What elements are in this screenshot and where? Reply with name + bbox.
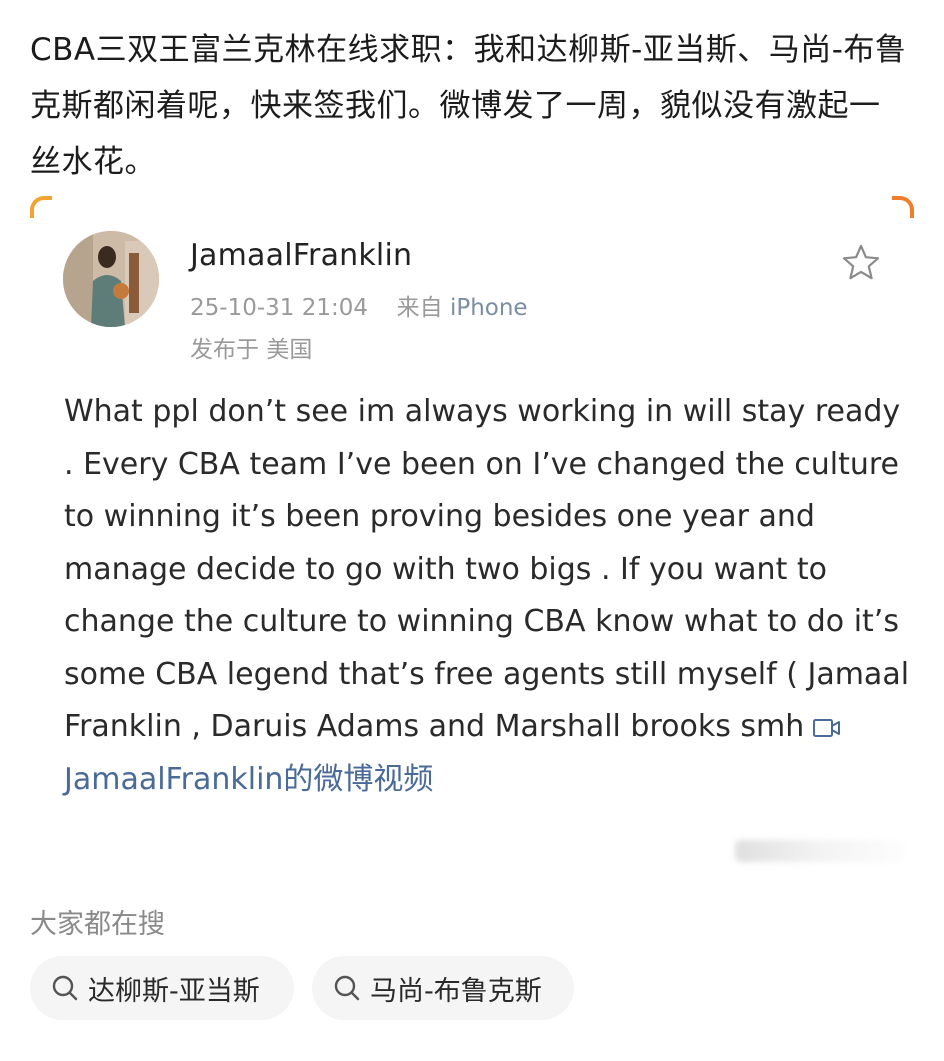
- post-location: 发布于 美国: [190, 330, 312, 364]
- avatar[interactable]: [63, 231, 159, 327]
- search-icon: [334, 975, 360, 1001]
- post-location-value: 美国: [266, 337, 313, 363]
- weibo-post-card: JamaalFranklin 25-10-31 21:04 来自 iPhone …: [30, 196, 914, 886]
- avatar-photo: [63, 231, 159, 327]
- video-camera-icon[interactable]: [812, 716, 842, 740]
- video-link[interactable]: JamaalFranklin的微博视频: [64, 754, 914, 807]
- post-username[interactable]: JamaalFranklin: [190, 238, 412, 273]
- post-meta: 25-10-31 21:04 来自 iPhone: [190, 288, 528, 322]
- post-location-prefix: 发布于: [190, 337, 259, 363]
- search-chip-label: 马尚-布鲁克斯: [370, 975, 542, 1007]
- card-corner-left: [30, 196, 52, 218]
- star-outline-icon[interactable]: [841, 243, 881, 283]
- card-corner-right: [892, 196, 914, 218]
- search-icon: [52, 975, 78, 1001]
- post-timestamp: 25-10-31 21:04: [190, 295, 368, 321]
- post-body: What ppl don’t see im always working in …: [64, 386, 914, 806]
- post-device[interactable]: iPhone: [450, 295, 528, 321]
- headline-text: CBA三双王富兰克林在线求职：我和达柳斯-亚当斯、马尚-布鲁克斯都闲着呢，快来签…: [30, 32, 907, 180]
- blurred-watermark: [735, 840, 905, 862]
- search-chip-marshon-brooks[interactable]: 马尚-布鲁克斯: [312, 956, 574, 1020]
- search-chip-darius-adams[interactable]: 达柳斯-亚当斯: [30, 956, 294, 1020]
- search-chip-label: 达柳斯-亚当斯: [88, 975, 260, 1007]
- post-text: What ppl don’t see im always working in …: [64, 394, 910, 744]
- trending-search-title: 大家都在搜: [30, 909, 165, 940]
- post-source-prefix: 来自: [396, 295, 443, 321]
